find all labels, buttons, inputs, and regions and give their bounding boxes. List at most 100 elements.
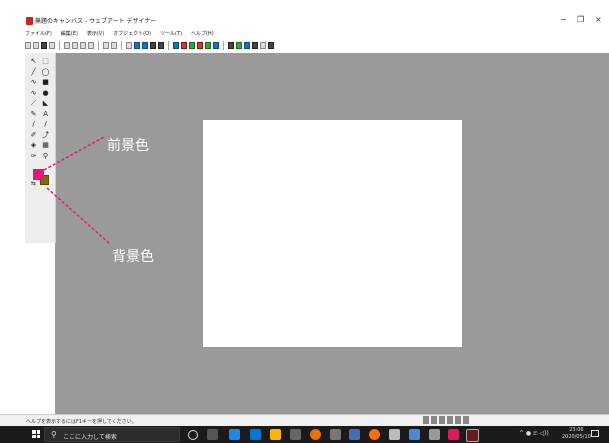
shape-tool[interactable]: ◣ (40, 99, 51, 108)
toolbar-separator (98, 41, 99, 50)
menu-bar: ファイル(F) 編集(E) 表示(V) オブジェクト(O) ツール(T) ヘルプ… (25, 28, 214, 39)
menu-view[interactable]: 表示(V) (87, 30, 104, 37)
window-icon[interactable] (252, 42, 258, 49)
curve-tool[interactable]: ∿ (28, 89, 39, 98)
firefox-icon[interactable] (369, 429, 380, 440)
adjust-icon[interactable] (236, 42, 242, 49)
taskbar-clock[interactable]: 23:06 2020/05/10 (562, 427, 591, 441)
close-button[interactable]: × (595, 15, 602, 24)
freehand-tool[interactable]: ∿ (28, 78, 39, 87)
restore-button[interactable]: ❐ (577, 15, 584, 24)
title-bar: 無題のキャンバス - ウェブアート デザイナー − ❐ × (0, 0, 609, 28)
color-icon[interactable] (181, 42, 187, 49)
clock-time: 23:06 (569, 427, 584, 433)
menu-help[interactable]: ヘルプ(H) (191, 30, 214, 37)
status-indicators (423, 416, 469, 424)
app-icon-13[interactable] (448, 429, 459, 440)
eyedropper-tool[interactable]: ✑ (28, 152, 39, 161)
fill-tool[interactable]: ◈ (28, 141, 39, 150)
app-icon-12[interactable] (429, 429, 440, 440)
zoom-tool[interactable]: ⚲ (40, 152, 51, 161)
brush-tool[interactable]: ✎ (28, 110, 39, 119)
align-icon[interactable] (150, 42, 156, 49)
toolbar-separator (168, 41, 169, 50)
search-placeholder: ここに入力して検索 (63, 434, 117, 441)
window-title: 無題のキャンバス - ウェブアート デザイナー (35, 18, 157, 25)
taskbar-search[interactable]: ⚲ ここに入力して検索 (44, 427, 180, 442)
filter-icon[interactable] (197, 42, 203, 49)
cut-icon[interactable] (64, 42, 70, 49)
foreground-color-swatch[interactable] (33, 169, 44, 180)
status-icon (463, 416, 469, 424)
app-icon-11[interactable] (409, 429, 420, 440)
copy-icon[interactable] (72, 42, 78, 49)
screen-icon[interactable] (244, 42, 250, 49)
image-icon[interactable] (173, 42, 179, 49)
app-icon-10[interactable] (389, 429, 400, 440)
chrome-icon[interactable] (310, 429, 321, 440)
properties-icon[interactable] (126, 42, 132, 49)
clock-date: 2020/05/10 (562, 434, 591, 440)
redo-icon[interactable] (111, 42, 117, 49)
eye-icon[interactable] (268, 42, 274, 49)
rect-select-tool[interactable]: ⬚ (40, 57, 51, 66)
task-view-icon[interactable] (207, 429, 218, 440)
menu-object[interactable]: オブジェクト(O) (113, 30, 151, 37)
print-icon[interactable] (49, 42, 55, 49)
pencil-tool[interactable]: ✐ (28, 131, 39, 140)
frame-icon[interactable] (205, 42, 211, 49)
select-arrow-tool[interactable]: ↖ (28, 57, 39, 66)
menu-tools[interactable]: ツール(T) (160, 30, 182, 37)
toolbar-separator (121, 41, 122, 50)
background-color-label: 背景色 (112, 249, 154, 265)
ellipse-tool[interactable]: ◯ (40, 68, 51, 77)
start-button[interactable] (32, 430, 40, 438)
circle-fill-tool[interactable]: ● (40, 89, 51, 98)
app-icon-8[interactable] (349, 429, 360, 440)
status-icon (439, 416, 445, 424)
cortana-icon[interactable] (188, 430, 198, 440)
menu-edit[interactable]: 編集(E) (61, 30, 78, 37)
layout-icon[interactable] (134, 42, 140, 49)
new-icon[interactable] (25, 42, 31, 49)
paste-icon[interactable] (80, 42, 86, 49)
system-tray[interactable]: ^ ● 🗈 ◁)) (519, 429, 549, 439)
status-icon (455, 416, 461, 424)
delete-icon[interactable] (88, 42, 94, 49)
drawing-canvas[interactable] (203, 120, 462, 347)
toolbar-separator (223, 41, 224, 50)
menu-file[interactable]: ファイル(F) (25, 30, 52, 37)
transform-tool[interactable]: ⤴ (40, 131, 51, 140)
main-toolbar (25, 40, 274, 51)
pattern-tool[interactable]: ▦ (40, 141, 51, 150)
effect-icon[interactable] (189, 42, 195, 49)
preview-icon[interactable] (213, 42, 219, 49)
text-tool[interactable]: A (40, 110, 51, 119)
notification-icon[interactable] (591, 430, 599, 437)
open-icon[interactable] (33, 42, 39, 49)
store-icon[interactable] (290, 429, 301, 440)
search-icon: ⚲ (51, 430, 57, 439)
paint-app-icon[interactable] (466, 429, 479, 442)
status-help-text: ヘルプを表示するにはF1キーを押してください。 (26, 419, 137, 425)
minimize-button[interactable]: − (560, 15, 567, 24)
grid-icon[interactable] (142, 42, 148, 49)
toolbar-separator (59, 41, 60, 50)
polyline-tool[interactable]: ⟋ (28, 99, 39, 108)
eraser-line-tool[interactable]: ∕ (40, 120, 51, 129)
pen-tool[interactable]: ∕ (28, 120, 39, 129)
zoom-grid-icon[interactable] (228, 42, 234, 49)
app-icon (26, 17, 33, 25)
layers-icon[interactable] (158, 42, 164, 49)
app-icon-7[interactable] (330, 429, 341, 440)
toggle-icon[interactable] (260, 42, 266, 49)
status-icon (423, 416, 429, 424)
edge-legacy-icon[interactable] (229, 429, 240, 440)
save-icon[interactable] (41, 42, 47, 49)
undo-icon[interactable] (103, 42, 109, 49)
edge-icon[interactable] (250, 429, 261, 440)
file-explorer-icon[interactable] (270, 429, 281, 440)
rectangle-tool[interactable]: ■ (40, 78, 51, 87)
swap-colors-icon[interactable]: ⇆ (31, 180, 36, 187)
line-tool[interactable]: ╱ (28, 68, 39, 77)
